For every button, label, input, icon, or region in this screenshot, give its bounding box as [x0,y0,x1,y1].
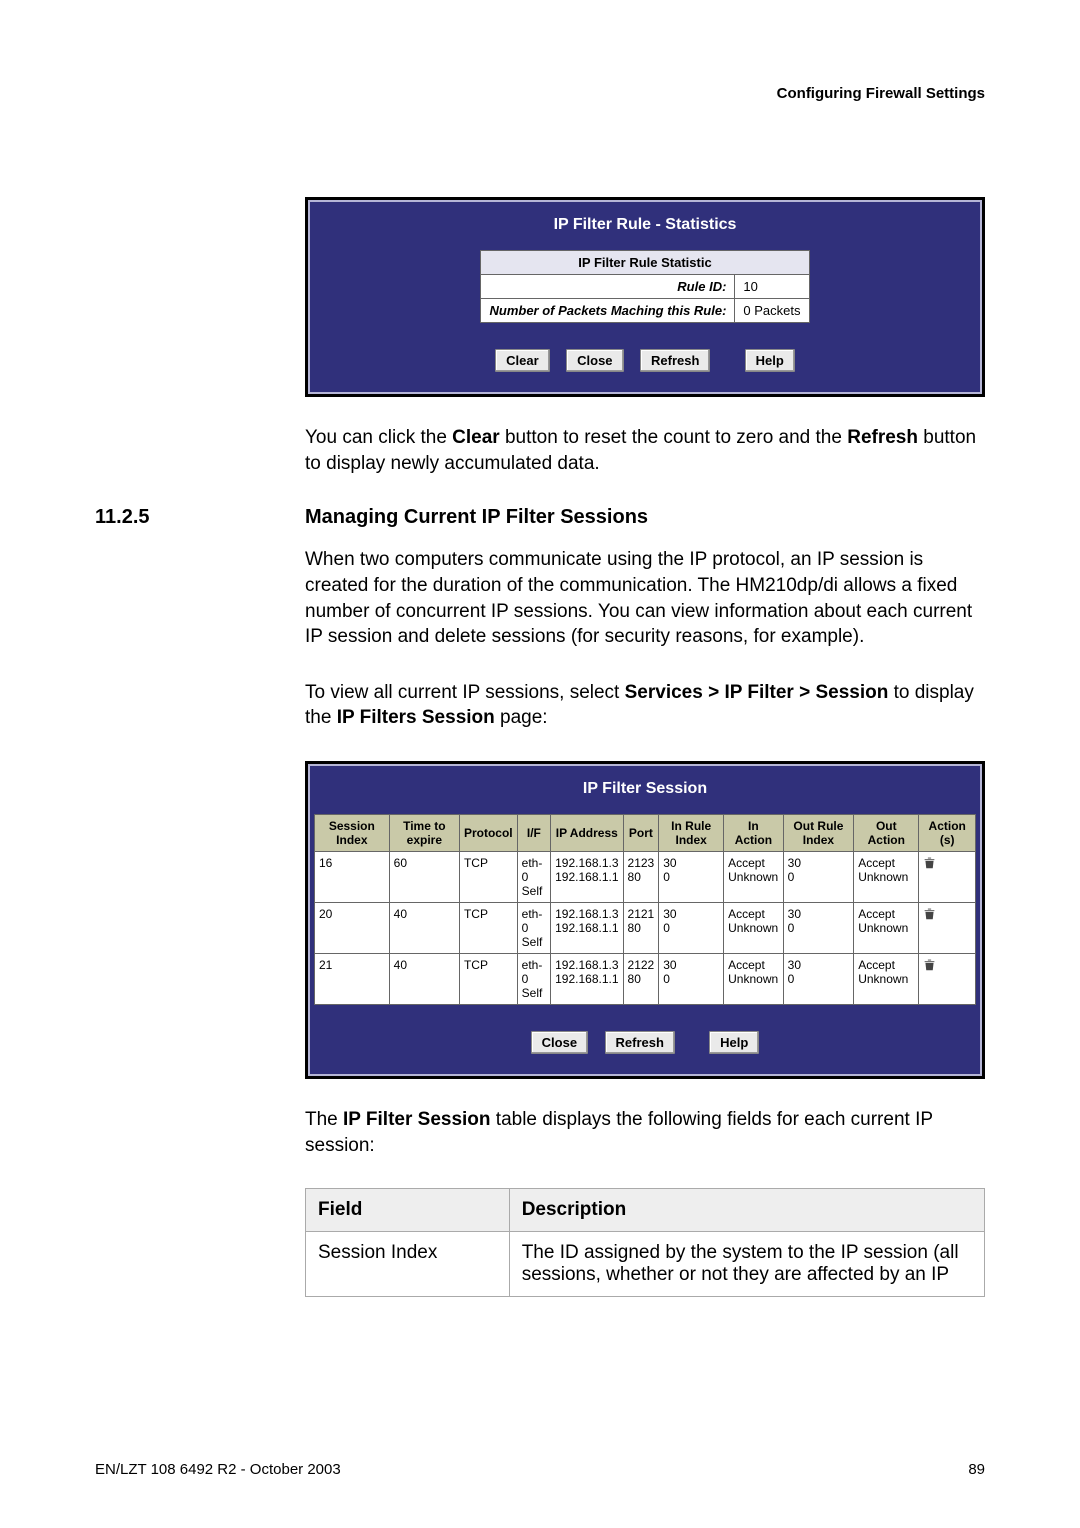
session-panel: IP Filter Session Session Index Time to … [305,761,985,1079]
col-header: Protocol [459,815,517,852]
trash-icon [923,907,936,920]
trash-icon [923,958,936,971]
stats-row-label: Number of Packets Maching this Rule: [481,299,735,323]
paragraph: To view all current IP sessions, select … [305,680,985,731]
trash-icon [923,856,936,869]
paragraph: The IP Filter Session table displays the… [305,1107,985,1158]
delete-action[interactable] [919,852,976,903]
close-button[interactable]: Close [566,349,623,372]
col-header: Time to expire [389,815,459,852]
field-description-table: Field Description Session Index The ID a… [305,1188,985,1297]
desc-header-field: Field [306,1189,510,1232]
paragraph: When two computers communicate using the… [305,547,985,650]
delete-action[interactable] [919,903,976,954]
help-button[interactable]: Help [745,349,795,372]
refresh-button[interactable]: Refresh [640,349,710,372]
clear-button[interactable]: Clear [495,349,550,372]
col-header: In Rule Index [659,815,724,852]
stats-row-value: 10 [735,275,809,299]
refresh-button[interactable]: Refresh [605,1031,675,1054]
stats-panel: IP Filter Rule - Statistics IP Filter Ru… [305,197,985,397]
footer-page-number: 89 [968,1461,985,1478]
stats-subheader: IP Filter Rule Statistic [481,251,809,275]
session-panel-title: IP Filter Session [314,780,976,798]
col-header: Port [623,815,659,852]
footer-left: EN/LZT 108 6492 R2 - October 2003 [95,1461,341,1478]
paragraph: You can click the Clear button to reset … [305,425,985,476]
col-header: Action (s) [919,815,976,852]
stats-row-value: 0 Packets [735,299,809,323]
page: Configuring Firewall Settings IP Filter … [0,0,1080,1528]
page-footer: EN/LZT 108 6492 R2 - October 2003 89 [95,1461,985,1478]
col-header: In Action [724,815,784,852]
help-button[interactable]: Help [709,1031,759,1054]
desc-header-description: Description [509,1189,984,1232]
col-header: I/F [517,815,550,852]
delete-action[interactable] [919,954,976,1005]
table-row: 21 40 TCP eth-0 Self 192.168.1.3 192.168… [315,954,976,1005]
stats-panel-title: IP Filter Rule - Statistics [324,216,966,234]
section-title: Managing Current IP Filter Sessions [305,506,648,529]
stats-table: IP Filter Rule Statistic Rule ID: 10 Num… [480,250,809,323]
desc-value: The ID assigned by the system to the IP … [509,1232,984,1297]
stats-row-label: Rule ID: [481,275,735,299]
table-row: 16 60 TCP eth-0 Self 192.168.1.3 192.168… [315,852,976,903]
session-table: Session Index Time to expire Protocol I/… [314,814,976,1005]
col-header: Session Index [315,815,390,852]
page-header-right: Configuring Firewall Settings [95,85,985,102]
section-heading: 11.2.5 Managing Current IP Filter Sessio… [95,506,985,529]
col-header: IP Address [551,815,623,852]
desc-field: Session Index [306,1232,510,1297]
col-header: Out Action [854,815,919,852]
close-button[interactable]: Close [531,1031,588,1054]
table-row: 20 40 TCP eth-0 Self 192.168.1.3 192.168… [315,903,976,954]
section-number: 11.2.5 [95,506,305,529]
col-header: Out Rule Index [783,815,854,852]
